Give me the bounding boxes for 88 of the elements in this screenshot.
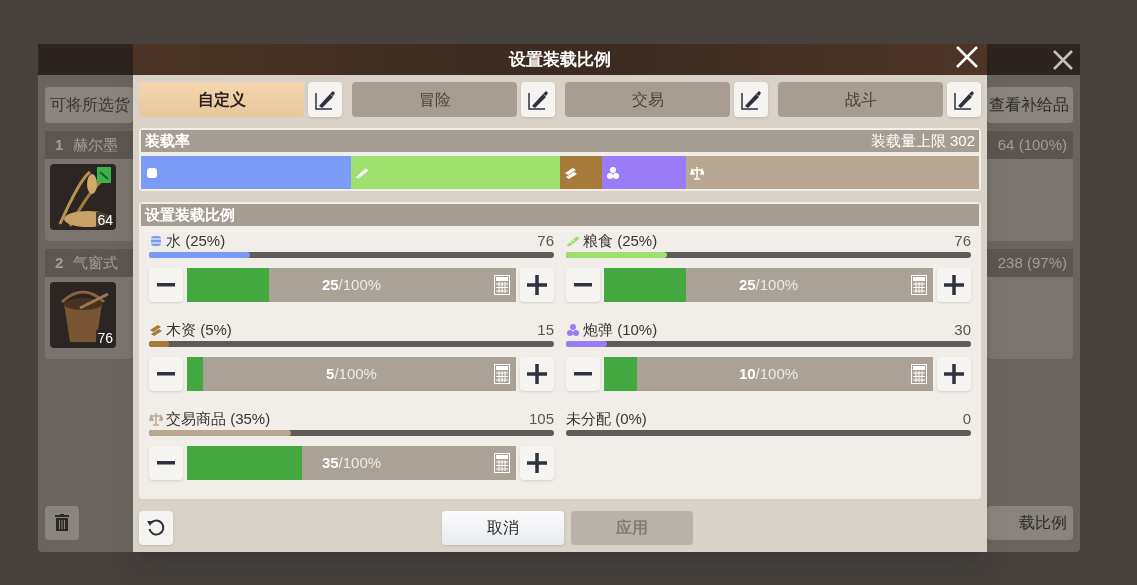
minus-icon [157,461,175,465]
scale-icon [149,412,163,426]
minus-button[interactable] [566,357,600,391]
plus-button[interactable] [520,446,554,480]
minus-icon [157,372,175,376]
resource-label: 炮弹 (10%) [583,319,658,340]
plus-button[interactable] [937,357,971,391]
minus-button[interactable] [149,268,183,302]
calculator-icon [911,275,927,295]
edit-button[interactable] [521,82,555,117]
preset-tab[interactable]: 冒险 [352,82,517,117]
delete-button[interactable] [45,506,79,540]
plus-button[interactable] [937,268,971,302]
calculator-icon [494,275,510,295]
cannonballs-icon [566,323,580,337]
edit-button[interactable] [734,82,768,117]
plus-icon [527,364,547,384]
edit-button[interactable] [947,82,981,117]
plus-icon [527,453,547,473]
slider-value: 25/100% [321,274,382,295]
cargo-index: 2 [55,252,64,273]
view-supplies-button[interactable]: 查看补给品 [987,87,1073,123]
plus-icon [944,275,964,295]
resource-amount: 76 [537,230,554,251]
cargo-load: 64 (100%) [987,131,1073,159]
resource-label: 木资 (5%) [166,319,232,340]
planks-icon [149,323,163,337]
bread-icon [566,234,580,248]
percent-slider[interactable]: 5/100% [187,357,516,391]
reset-icon [146,518,166,538]
cargo-card[interactable]: 2 气窗式 76 [45,249,133,359]
edit-button[interactable] [308,82,342,117]
capacity-label: 装载量上限 302 [870,130,975,151]
resource-label: 交易商品 (35%) [166,408,271,429]
pen-icon [314,88,336,111]
minus-icon [157,283,175,287]
minus-icon [574,283,592,287]
slider-value: 10/100% [738,363,799,384]
minus-icon [574,372,592,376]
plus-button[interactable] [520,357,554,391]
plus-icon [944,364,964,384]
resource-label: 水 (25%) [166,230,226,251]
resource-label: 未分配 (0%) [566,408,647,429]
resource-amount: 30 [954,319,971,340]
pen-icon [527,88,549,111]
cargo-load: 238 (97%) [987,249,1073,277]
slider-value: 5/100% [326,363,377,384]
percent-slider[interactable]: 25/100% [604,268,933,302]
pen-icon [740,88,762,111]
cargo-index: 1 [55,134,64,155]
reset-button[interactable] [139,511,173,545]
cargo-name: 气窗式 [73,252,119,273]
pen-icon [953,88,975,111]
trash-icon [55,514,69,532]
preset-tab[interactable]: 自定义 [139,82,304,117]
slider-value: 25/100% [738,274,799,295]
percent-slider[interactable]: 25/100% [187,268,516,302]
close-icon[interactable] [1052,48,1074,71]
plus-icon [527,275,547,295]
resource-label: 粮食 (25%) [583,230,658,251]
minus-button[interactable] [149,357,183,391]
percent-slider[interactable]: 10/100% [604,357,933,391]
calculator-icon [911,364,927,384]
plus-button[interactable] [520,268,554,302]
selection-hint: 可将所选货 [45,87,133,123]
minus-button[interactable] [149,446,183,480]
section-title: 装载率 [145,130,190,151]
dialog-button[interactable]: 取消 [442,511,564,545]
preset-tab[interactable]: 交易 [565,82,730,117]
calculator-icon [494,453,510,473]
cargo-card[interactable]: 1 赫尔墨 64 [45,131,133,241]
resource-amount: 15 [537,319,554,340]
slider-value: 35/100% [321,452,382,473]
cargo-name: 赫尔墨 [73,134,119,155]
section-title: 设置装载比例 [145,204,235,225]
load-ratio-button[interactable]: 载比例 [987,506,1073,540]
planks-icon [564,165,578,180]
preset-tab[interactable]: 战斗 [778,82,943,117]
dialog-title: 设置装载比例 [509,48,611,71]
calculator-icon [494,364,510,384]
cannonballs-icon [605,165,620,180]
resource-amount: 105 [528,408,554,429]
tag-icon [96,166,112,184]
percent-slider[interactable]: 35/100% [187,446,516,480]
scale-icon [689,165,704,180]
resource-amount: 0 [962,408,971,429]
resource-amount: 76 [954,230,971,251]
minus-button[interactable] [566,268,600,302]
